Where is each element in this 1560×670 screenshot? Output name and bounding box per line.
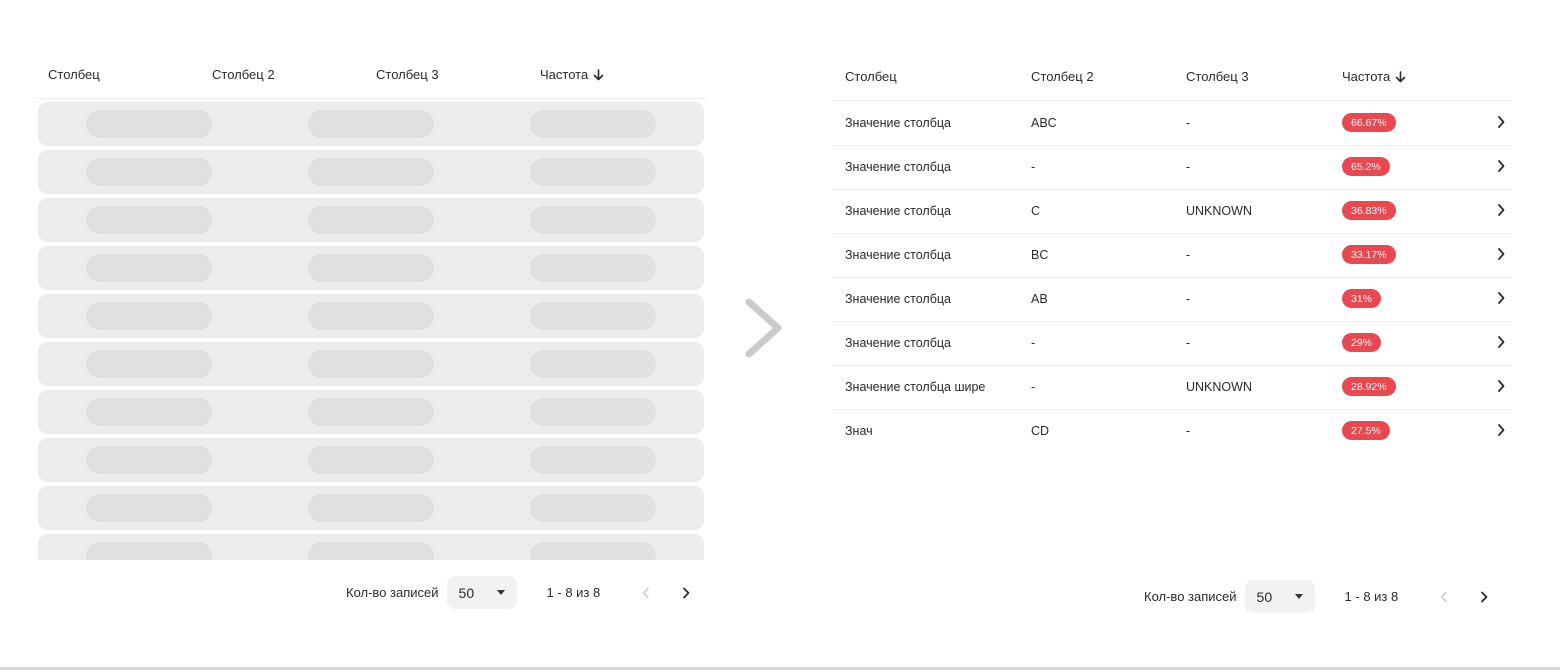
chevron-left-icon [1440,591,1448,602]
table-row[interactable]: Знач CD - 27.5% [832,409,1512,453]
cell-col3: UNKNOWN [1186,380,1252,394]
cell-col2: - [1031,336,1036,350]
chevron-right-icon[interactable] [1496,247,1506,261]
prev-page-button[interactable] [1432,585,1456,609]
frequency-badge: 31% [1342,289,1382,308]
cell-col3: - [1186,248,1191,262]
cell-col3: - [1186,336,1191,350]
cell-col2: CD [1031,424,1050,438]
cell-col3: - [1186,116,1191,130]
cell-col2: C [1031,204,1041,218]
table-row[interactable]: Значение столбца ABC - 66.67% [832,101,1512,146]
chevron-right-icon[interactable] [1496,115,1506,129]
table-row[interactable]: Значение столбца - - 29% [832,321,1512,366]
frequency-badge: 36.83% [1342,201,1396,220]
column-header-3[interactable]: Столбец 3 [376,67,439,82]
frequency-badge: 29% [1342,333,1382,352]
skeleton-row [38,102,704,146]
skeleton-row [38,198,704,242]
cell-col1: Значение столбца [845,116,951,130]
cell-col3: - [1186,160,1191,174]
chevron-right-icon [683,587,690,598]
column-header-2[interactable]: Столбец 2 [212,67,275,82]
chevron-right-icon[interactable] [1496,335,1506,349]
caret-down-icon [496,590,505,595]
chevron-right-icon[interactable] [1496,159,1506,173]
chevron-right-icon[interactable] [1496,291,1506,305]
cell-col2: ABC [1031,116,1057,130]
table-row[interactable]: Значение столбца шире - UNKNOWN 28.92% [832,365,1512,410]
data-table: Столбец Столбец 2 Столбец 3 Частота Знач… [832,56,1512,636]
column-header-2[interactable]: Столбец 2 [1031,69,1094,84]
skeleton-row [38,438,704,482]
chevron-right-icon [745,298,782,358]
cell-col2: - [1031,380,1036,394]
cell-col3: UNKNOWN [1186,204,1252,218]
skeleton-row [38,390,704,434]
table-row[interactable]: Значение столбца - - 65.2% [832,145,1512,190]
frequency-badge: 33.17% [1342,245,1396,264]
frequency-badge: 27.5% [1342,421,1390,440]
page-size-select[interactable]: 50 [1244,580,1315,613]
caret-down-icon [1294,594,1303,599]
table-row[interactable]: Значение столбца C UNKNOWN 36.83% [832,189,1512,234]
chevron-left-icon [642,587,650,598]
table-row[interactable]: Значение столбца BC - 33.17% [832,233,1512,278]
skeleton-row [38,342,704,386]
cell-col3: - [1186,424,1191,438]
frequency-badge: 66.67% [1342,113,1396,132]
skeleton-table: Столбец Столбец 2 Столбец 3 Частота Кол-… [36,52,706,622]
arrow-down-icon [593,68,604,80]
cell-col1: Значение столбца [845,336,951,350]
chevron-right-icon [1481,591,1488,602]
table-header: Столбец Столбец 2 Столбец 3 Частота [36,52,706,99]
table-header: Столбец Столбец 2 Столбец 3 Частота [832,56,1512,101]
arrow-down-icon [1395,70,1406,82]
records-label: Кол-во записей [346,585,439,600]
records-label: Кол-во записей [1144,589,1237,604]
cell-col2: - [1031,160,1036,174]
range-text: 1 - 8 из 8 [546,585,601,600]
skeleton-row [38,534,704,560]
chevron-right-icon[interactable] [1496,423,1506,437]
cell-col1: Значение столбца [845,204,951,218]
skeleton-row [38,150,704,194]
chevron-right-icon[interactable] [1496,203,1506,217]
cell-col2: AB [1031,292,1048,306]
frequency-badge: 65.2% [1342,157,1390,176]
cell-col3: - [1186,292,1191,306]
next-page-button[interactable] [1472,585,1496,609]
cell-col1: Знач [845,424,873,438]
cell-col1: Значение столбца [845,292,951,306]
table-row[interactable]: Значение столбца AB - 31% [832,277,1512,322]
cell-col2: BC [1031,248,1049,262]
skeleton-row [38,486,704,530]
skeleton-row [38,294,704,338]
pagination: Кол-во записей 50 1 - 8 из 8 [346,576,698,609]
chevron-right-icon[interactable] [1496,379,1506,393]
skeleton-row [38,246,704,290]
column-header-frequency[interactable]: Частота [540,67,604,82]
range-text: 1 - 8 из 8 [1344,589,1399,604]
column-header-frequency[interactable]: Частота [1342,69,1406,84]
skeleton-rows [38,102,704,560]
prev-page-button[interactable] [634,581,658,605]
cell-col1: Значение столбца шире [845,380,986,394]
column-header-1[interactable]: Столбец [48,67,100,82]
page-size-select[interactable]: 50 [446,576,517,609]
cell-col1: Значение столбца [845,160,951,174]
pagination: Кол-во записей 50 1 - 8 из 8 [1144,580,1496,613]
column-header-1[interactable]: Столбец [845,69,897,84]
column-header-3[interactable]: Столбец 3 [1186,69,1249,84]
next-page-button[interactable] [674,581,698,605]
frequency-badge: 28.92% [1342,377,1396,396]
cell-col1: Значение столбца [845,248,951,262]
